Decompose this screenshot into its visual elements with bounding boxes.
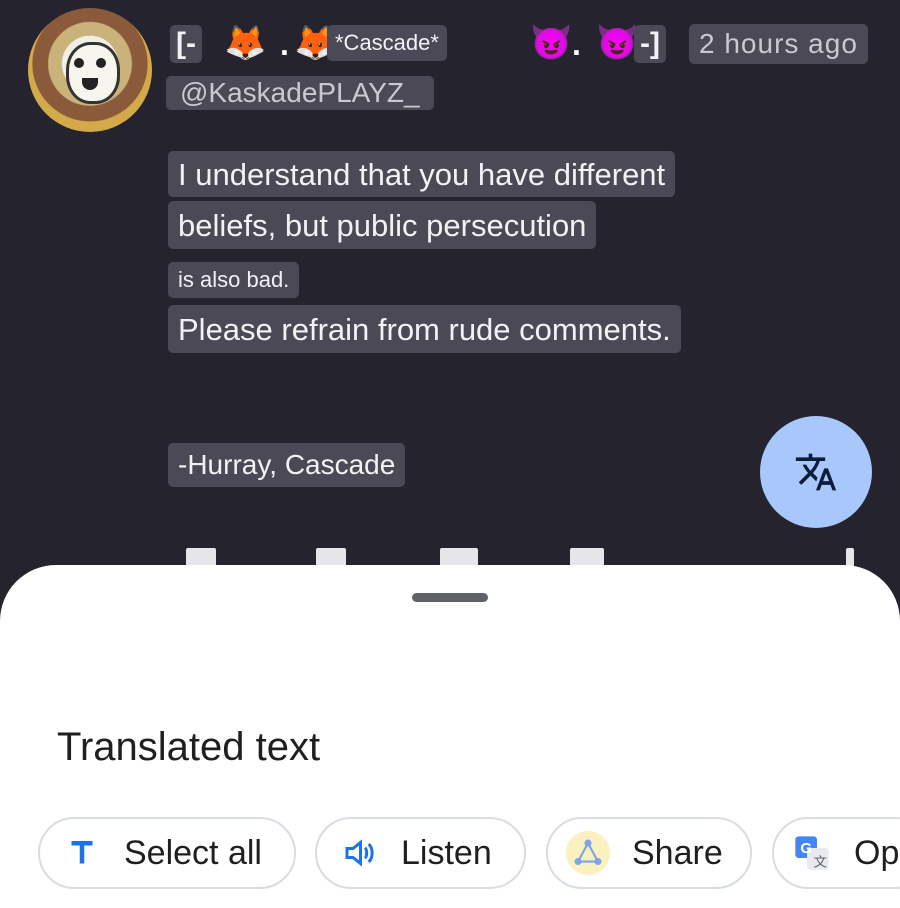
like-icon[interactable] (186, 548, 216, 566)
translation-bottom-sheet: Translated text Select all Listen Share (0, 565, 900, 908)
devil-emoji-1: 😈 (530, 24, 573, 62)
post-line-2: beliefs, but public persecution (168, 201, 597, 249)
share-button[interactable]: Share (546, 817, 752, 889)
speaker-icon (339, 833, 379, 873)
select-all-button[interactable]: Select all (38, 817, 296, 889)
select-all-label: Select all (124, 833, 262, 872)
share-post-icon[interactable] (570, 548, 604, 566)
post-line-4: Please refrain from rude comments. (168, 305, 681, 353)
post-timestamp: 2 hours ago (689, 24, 868, 64)
post-line-1: I understand that you have different (168, 151, 676, 197)
open-in-translate-button[interactable]: G 文 Op (772, 817, 900, 889)
text-select-icon (62, 833, 102, 873)
dislike-icon[interactable] (316, 548, 346, 566)
user-avatar[interactable] (28, 8, 152, 132)
drag-handle[interactable] (412, 593, 488, 602)
share-icon (566, 831, 610, 875)
comment-icon[interactable] (440, 548, 478, 566)
display-name: *Cascade* (327, 25, 447, 61)
devil-emoji-2: 😈 (596, 24, 639, 62)
google-translate-icon: G 文 (792, 833, 832, 873)
translate-button[interactable] (760, 416, 872, 528)
name-bracket-close: -] (634, 25, 666, 63)
share-label: Share (632, 833, 723, 872)
listen-button[interactable]: Listen (315, 817, 526, 889)
open-label: Op (854, 833, 900, 872)
svg-text:文: 文 (814, 854, 827, 869)
user-handle[interactable]: @KaskadePLAYZ_ (166, 76, 434, 110)
name-bracket-open: [- (170, 25, 202, 63)
fox-emoji-1: 🦊 (224, 24, 267, 62)
more-options-icon[interactable] (846, 548, 854, 566)
sheet-title: Translated text (57, 725, 321, 769)
svg-text:G: G (800, 840, 812, 857)
post-signature: -Hurray, Cascade (168, 443, 406, 487)
name-dot-2: . (572, 26, 581, 62)
name-dot-1: . (280, 26, 289, 62)
translate-icon (795, 453, 837, 491)
post-line-3: is also bad. (168, 262, 300, 298)
listen-label: Listen (401, 833, 492, 872)
